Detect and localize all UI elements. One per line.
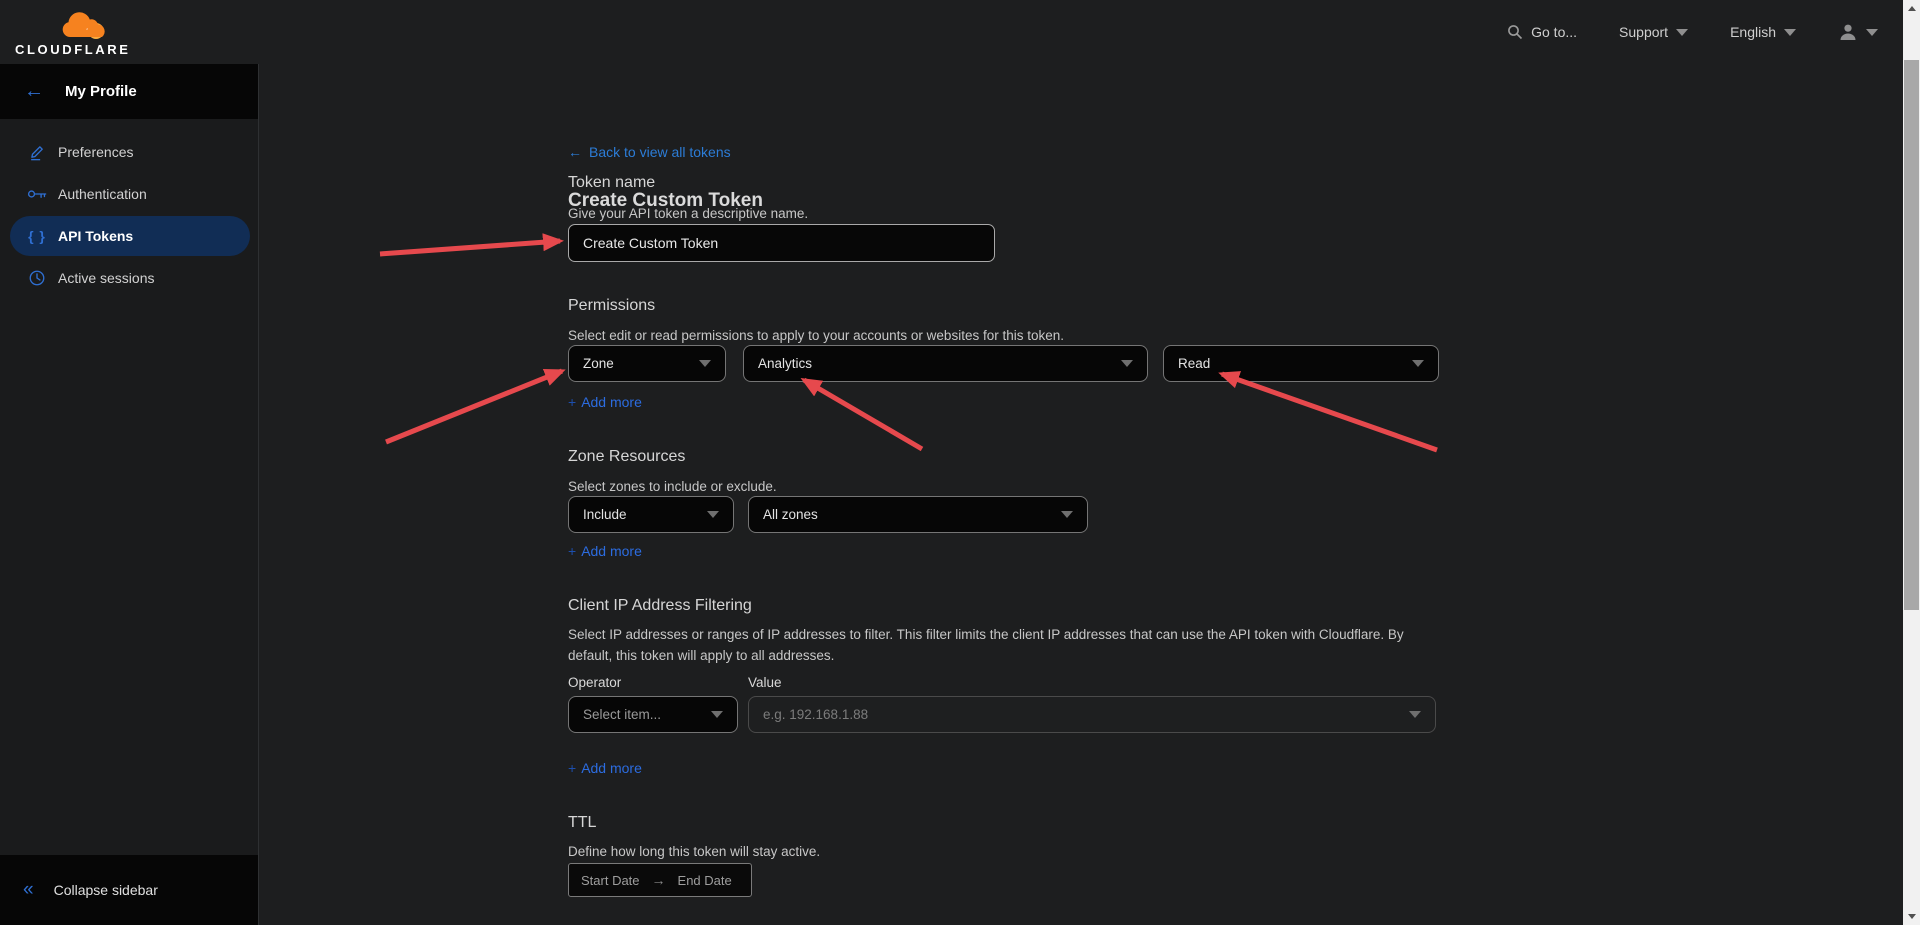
cloudflare-logo[interactable]: CLOUDFLARE <box>15 6 125 56</box>
scrollbar-thumb[interactable] <box>1904 60 1919 610</box>
chevron-down-icon <box>1866 29 1878 36</box>
sidebar-item-label: Active sessions <box>58 270 154 286</box>
sidebar: ← My Profile Preferences Authentication <box>0 64 259 925</box>
zone-resources-description: Select zones to include or exclude. <box>568 476 777 497</box>
arrow-right-icon: → <box>652 872 666 888</box>
account-menu[interactable] <box>1838 22 1878 42</box>
sidebar-item-authentication[interactable]: Authentication <box>10 174 250 214</box>
sidebar-item-active-sessions[interactable]: Active sessions <box>10 258 250 298</box>
back-to-tokens-link[interactable]: ← Back to view all tokens <box>568 144 731 160</box>
value-label: Value <box>748 675 782 690</box>
clock-icon <box>26 269 48 287</box>
vertical-scrollbar[interactable] <box>1903 0 1920 925</box>
sidebar-item-label: Preferences <box>58 144 133 160</box>
goto-search[interactable]: Go to... <box>1507 24 1577 40</box>
sidebar-item-label: API Tokens <box>58 228 133 244</box>
ttl-description: Define how long this token will stay act… <box>568 841 820 862</box>
chevron-down-icon <box>711 711 723 718</box>
braces-icon: { } <box>26 228 48 244</box>
collapse-sidebar-button[interactable]: « Collapse sidebar <box>0 855 258 925</box>
brand-wordmark: CLOUDFLARE <box>15 42 131 57</box>
start-date-field[interactable]: Start Date <box>581 873 640 888</box>
ip-filtering-add-more-link[interactable]: +Add more <box>568 760 642 776</box>
support-menu[interactable]: Support <box>1619 24 1688 40</box>
permission-access-select[interactable]: Read <box>1163 345 1439 382</box>
plus-icon: + <box>568 394 576 410</box>
top-bar: CLOUDFLARE Go to... Support English <box>0 0 1920 64</box>
ip-filtering-description: Select IP addresses or ranges of IP addr… <box>568 624 1428 666</box>
support-label: Support <box>1619 24 1668 40</box>
collapse-label: Collapse sidebar <box>54 882 158 898</box>
sidebar-title: My Profile <box>65 83 137 100</box>
language-label: English <box>1730 24 1776 40</box>
ip-filtering-heading: Client IP Address Filtering <box>568 597 752 615</box>
chevron-down-icon <box>699 360 711 367</box>
permissions-heading: Permissions <box>568 297 655 315</box>
sidebar-item-api-tokens[interactable]: { } API Tokens <box>10 216 250 256</box>
back-arrow-icon: ← <box>568 144 582 160</box>
permissions-add-more-link[interactable]: +Add more <box>568 394 642 410</box>
scroll-up-button[interactable] <box>1903 0 1920 17</box>
permission-category-select[interactable]: Analytics <box>743 345 1148 382</box>
permissions-description: Select edit or read permissions to apply… <box>568 325 1064 346</box>
plus-icon: + <box>568 760 576 776</box>
triangle-up-icon <box>1908 6 1916 11</box>
triangle-down-icon <box>1908 914 1916 919</box>
search-icon <box>1507 24 1523 40</box>
user-avatar-icon <box>1838 22 1858 42</box>
token-name-input[interactable] <box>568 224 995 262</box>
language-menu[interactable]: English <box>1730 24 1796 40</box>
ip-operator-select[interactable]: Select item... <box>568 696 738 733</box>
ttl-date-range-picker[interactable]: Start Date → End Date <box>568 863 752 897</box>
chevron-down-icon <box>1409 711 1421 718</box>
scroll-down-button[interactable] <box>1903 908 1920 925</box>
top-nav: Go to... Support English <box>1507 0 1878 64</box>
chevron-down-icon <box>1784 29 1796 36</box>
goto-label: Go to... <box>1531 24 1577 40</box>
end-date-field[interactable]: End Date <box>678 873 732 888</box>
chevron-down-icon <box>1412 360 1424 367</box>
chevron-down-icon <box>1121 360 1133 367</box>
operator-label: Operator <box>568 675 621 690</box>
cloudflare-dashboard: CLOUDFLARE Go to... Support English <box>0 0 1920 925</box>
token-name-heading: Token name <box>568 174 655 192</box>
main-content: ← Back to view all tokens Create Custom … <box>260 64 1903 925</box>
ttl-heading: TTL <box>568 814 596 832</box>
chevron-down-icon <box>1061 511 1073 518</box>
key-icon <box>26 187 48 201</box>
ip-value-select[interactable]: e.g. 192.168.1.88 <box>748 696 1436 733</box>
sidebar-header: ← My Profile <box>0 64 258 119</box>
plus-icon: + <box>568 543 576 559</box>
zone-resources-add-more-link[interactable]: +Add more <box>568 543 642 559</box>
sidebar-item-label: Authentication <box>58 186 147 202</box>
sidebar-item-preferences[interactable]: Preferences <box>10 132 250 172</box>
pen-icon <box>26 143 48 161</box>
zone-resources-mode-select[interactable]: Include <box>568 496 734 533</box>
zone-resources-zones-select[interactable]: All zones <box>748 496 1088 533</box>
collapse-chevrons-icon: « <box>23 879 34 901</box>
back-arrow-icon[interactable]: ← <box>24 80 44 103</box>
cloudflare-cloud-icon <box>55 8 107 42</box>
zone-resources-heading: Zone Resources <box>568 448 685 466</box>
permission-scope-select[interactable]: Zone <box>568 345 726 382</box>
token-name-description: Give your API token a descriptive name. <box>568 203 808 224</box>
chevron-down-icon <box>1676 29 1688 36</box>
chevron-down-icon <box>707 511 719 518</box>
